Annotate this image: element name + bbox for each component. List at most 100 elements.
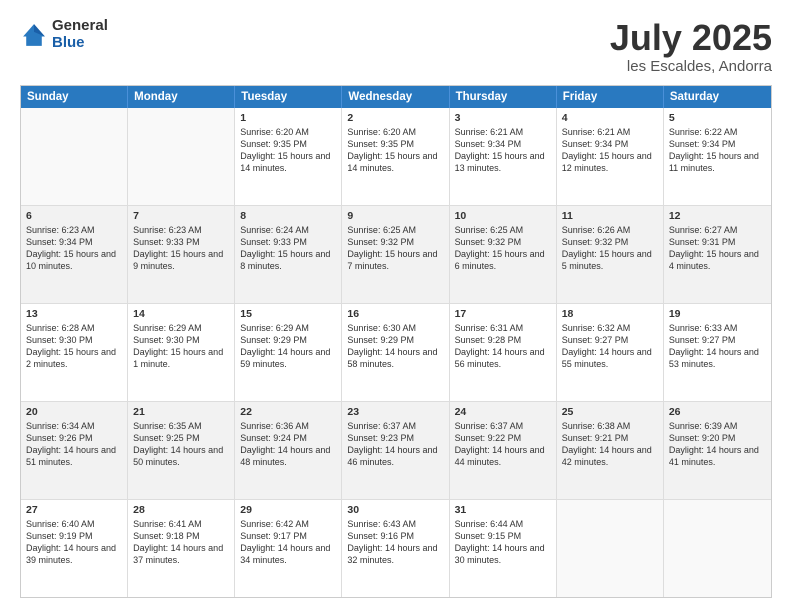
- calendar-row-0: 1 Sunrise: 6:20 AM Sunset: 9:35 PM Daylig…: [21, 108, 771, 206]
- calendar-cell-r0-c0: [21, 108, 128, 205]
- cell-info: Sunrise: 6:25 AM Sunset: 9:32 PM Dayligh…: [347, 224, 443, 273]
- calendar-cell-r4-c6: [664, 500, 771, 597]
- cell-info: Sunrise: 6:38 AM Sunset: 9:21 PM Dayligh…: [562, 420, 658, 469]
- calendar-header: Sunday Monday Tuesday Wednesday Thursday…: [21, 86, 771, 108]
- day-number: 19: [669, 308, 766, 320]
- calendar-cell-r4-c4: 31 Sunrise: 6:44 AM Sunset: 9:15 PM Dayli…: [450, 500, 557, 597]
- calendar-cell-r0-c6: 5 Sunrise: 6:22 AM Sunset: 9:34 PM Daylig…: [664, 108, 771, 205]
- header-wednesday: Wednesday: [342, 86, 449, 108]
- cell-info: Sunrise: 6:37 AM Sunset: 9:22 PM Dayligh…: [455, 420, 551, 469]
- calendar-cell-r1-c2: 8 Sunrise: 6:24 AM Sunset: 9:33 PM Daylig…: [235, 206, 342, 303]
- cell-info: Sunrise: 6:29 AM Sunset: 9:30 PM Dayligh…: [133, 322, 229, 371]
- cell-info: Sunrise: 6:36 AM Sunset: 9:24 PM Dayligh…: [240, 420, 336, 469]
- calendar-cell-r0-c5: 4Sunrise: 6:21 AM Sunset: 9:34 PM Daylig…: [557, 108, 664, 205]
- calendar-cell-r2-c3: 16 Sunrise: 6:30 AM Sunset: 9:29 PM Dayli…: [342, 304, 449, 401]
- day-number: 26: [669, 406, 766, 418]
- day-number: 8: [240, 210, 336, 222]
- calendar: Sunday Monday Tuesday Wednesday Thursday…: [20, 85, 772, 598]
- day-number: 28: [133, 504, 229, 516]
- day-number: 6: [26, 210, 122, 222]
- day-number: 10: [455, 210, 551, 222]
- calendar-cell-r4-c0: 27Sunrise: 6:40 AM Sunset: 9:19 PM Dayli…: [21, 500, 128, 597]
- cell-info: Sunrise: 6:20 AM Sunset: 9:35 PM Dayligh…: [347, 126, 443, 175]
- calendar-cell-r0-c1: [128, 108, 235, 205]
- cell-info: Sunrise: 6:44 AM Sunset: 9:15 PM Dayligh…: [455, 518, 551, 567]
- calendar-cell-r0-c4: 3 Sunrise: 6:21 AM Sunset: 9:34 PM Daylig…: [450, 108, 557, 205]
- cell-info: Sunrise: 6:40 AM Sunset: 9:19 PM Dayligh…: [26, 518, 122, 567]
- calendar-row-1: 6Sunrise: 6:23 AM Sunset: 9:34 PM Daylig…: [21, 206, 771, 304]
- cell-info: Sunrise: 6:22 AM Sunset: 9:34 PM Dayligh…: [669, 126, 766, 175]
- header-sunday: Sunday: [21, 86, 128, 108]
- calendar-cell-r1-c1: 7Sunrise: 6:23 AM Sunset: 9:33 PM Daylig…: [128, 206, 235, 303]
- calendar-cell-r1-c6: 12 Sunrise: 6:27 AM Sunset: 9:31 PM Dayli…: [664, 206, 771, 303]
- day-number: 31: [455, 504, 551, 516]
- calendar-cell-r3-c3: 23 Sunrise: 6:37 AM Sunset: 9:23 PM Dayli…: [342, 402, 449, 499]
- day-number: 2: [347, 112, 443, 124]
- cell-info: Sunrise: 6:21 AM Sunset: 9:34 PM Dayligh…: [455, 126, 551, 175]
- logo-blue: Blue: [52, 35, 108, 52]
- day-number: 9: [347, 210, 443, 222]
- calendar-cell-r3-c2: 22Sunrise: 6:36 AM Sunset: 9:24 PM Dayli…: [235, 402, 342, 499]
- calendar-cell-r0-c2: 1 Sunrise: 6:20 AM Sunset: 9:35 PM Daylig…: [235, 108, 342, 205]
- calendar-cell-r1-c4: 10 Sunrise: 6:25 AM Sunset: 9:32 PM Dayli…: [450, 206, 557, 303]
- cell-info: Sunrise: 6:20 AM Sunset: 9:35 PM Dayligh…: [240, 126, 336, 175]
- calendar-cell-r4-c5: [557, 500, 664, 597]
- logo-text: General Blue: [52, 18, 108, 51]
- day-number: 3: [455, 112, 551, 124]
- calendar-cell-r4-c1: 28 Sunrise: 6:41 AM Sunset: 9:18 PM Dayli…: [128, 500, 235, 597]
- cell-info: Sunrise: 6:39 AM Sunset: 9:20 PM Dayligh…: [669, 420, 766, 469]
- location-title: les Escaldes, Andorra: [610, 58, 772, 75]
- title-block: July 2025 les Escaldes, Andorra: [610, 18, 772, 75]
- calendar-cell-r1-c3: 9 Sunrise: 6:25 AM Sunset: 9:32 PM Daylig…: [342, 206, 449, 303]
- cell-info: Sunrise: 6:28 AM Sunset: 9:30 PM Dayligh…: [26, 322, 122, 371]
- calendar-cell-r3-c1: 21 Sunrise: 6:35 AM Sunset: 9:25 PM Dayli…: [128, 402, 235, 499]
- page-header: General Blue July 2025 les Escaldes, And…: [20, 18, 772, 75]
- calendar-cell-r2-c2: 15 Sunrise: 6:29 AM Sunset: 9:29 PM Dayli…: [235, 304, 342, 401]
- calendar-cell-r2-c1: 14 Sunrise: 6:29 AM Sunset: 9:30 PM Dayli…: [128, 304, 235, 401]
- day-number: 13: [26, 308, 122, 320]
- cell-info: Sunrise: 6:30 AM Sunset: 9:29 PM Dayligh…: [347, 322, 443, 371]
- day-number: 15: [240, 308, 336, 320]
- cell-info: Sunrise: 6:32 AM Sunset: 9:27 PM Dayligh…: [562, 322, 658, 371]
- day-number: 5: [669, 112, 766, 124]
- logo-icon: [20, 21, 48, 49]
- month-title: July 2025: [610, 18, 772, 58]
- day-number: 12: [669, 210, 766, 222]
- calendar-cell-r2-c0: 13 Sunrise: 6:28 AM Sunset: 9:30 PM Dayli…: [21, 304, 128, 401]
- cell-info: Sunrise: 6:41 AM Sunset: 9:18 PM Dayligh…: [133, 518, 229, 567]
- day-number: 16: [347, 308, 443, 320]
- logo: General Blue: [20, 18, 108, 51]
- cell-info: Sunrise: 6:24 AM Sunset: 9:33 PM Dayligh…: [240, 224, 336, 273]
- calendar-cell-r3-c5: 25 Sunrise: 6:38 AM Sunset: 9:21 PM Dayli…: [557, 402, 664, 499]
- calendar-row-2: 13 Sunrise: 6:28 AM Sunset: 9:30 PM Dayli…: [21, 304, 771, 402]
- cell-info: Sunrise: 6:26 AM Sunset: 9:32 PM Dayligh…: [562, 224, 658, 273]
- calendar-cell-r0-c3: 2 Sunrise: 6:20 AM Sunset: 9:35 PM Daylig…: [342, 108, 449, 205]
- cell-info: Sunrise: 6:42 AM Sunset: 9:17 PM Dayligh…: [240, 518, 336, 567]
- cell-info: Sunrise: 6:37 AM Sunset: 9:23 PM Dayligh…: [347, 420, 443, 469]
- cell-info: Sunrise: 6:25 AM Sunset: 9:32 PM Dayligh…: [455, 224, 551, 273]
- day-number: 20: [26, 406, 122, 418]
- day-number: 18: [562, 308, 658, 320]
- cell-info: Sunrise: 6:43 AM Sunset: 9:16 PM Dayligh…: [347, 518, 443, 567]
- day-number: 1: [240, 112, 336, 124]
- day-number: 14: [133, 308, 229, 320]
- calendar-cell-r2-c4: 17Sunrise: 6:31 AM Sunset: 9:28 PM Dayli…: [450, 304, 557, 401]
- day-number: 21: [133, 406, 229, 418]
- day-number: 29: [240, 504, 336, 516]
- calendar-cell-r4-c3: 30Sunrise: 6:43 AM Sunset: 9:16 PM Dayli…: [342, 500, 449, 597]
- cell-info: Sunrise: 6:35 AM Sunset: 9:25 PM Dayligh…: [133, 420, 229, 469]
- calendar-body: 1 Sunrise: 6:20 AM Sunset: 9:35 PM Daylig…: [21, 108, 771, 597]
- cell-info: Sunrise: 6:21 AM Sunset: 9:34 PM Dayligh…: [562, 126, 658, 175]
- cell-info: Sunrise: 6:27 AM Sunset: 9:31 PM Dayligh…: [669, 224, 766, 273]
- header-saturday: Saturday: [664, 86, 771, 108]
- logo-general: General: [52, 18, 108, 35]
- header-tuesday: Tuesday: [235, 86, 342, 108]
- day-number: 23: [347, 406, 443, 418]
- calendar-cell-r2-c5: 18 Sunrise: 6:32 AM Sunset: 9:27 PM Dayli…: [557, 304, 664, 401]
- day-number: 25: [562, 406, 658, 418]
- calendar-cell-r1-c5: 11Sunrise: 6:26 AM Sunset: 9:32 PM Dayli…: [557, 206, 664, 303]
- calendar-cell-r3-c0: 20Sunrise: 6:34 AM Sunset: 9:26 PM Dayli…: [21, 402, 128, 499]
- day-number: 24: [455, 406, 551, 418]
- calendar-cell-r3-c4: 24 Sunrise: 6:37 AM Sunset: 9:22 PM Dayli…: [450, 402, 557, 499]
- cell-info: Sunrise: 6:29 AM Sunset: 9:29 PM Dayligh…: [240, 322, 336, 371]
